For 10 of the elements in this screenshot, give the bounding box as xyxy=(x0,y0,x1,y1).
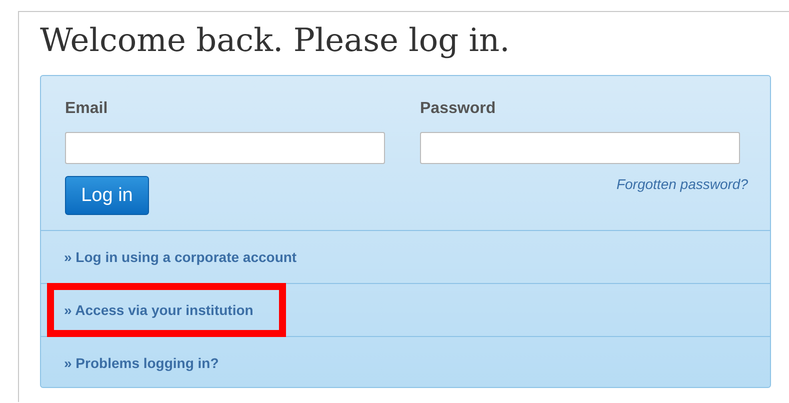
password-field[interactable] xyxy=(420,132,740,164)
email-field[interactable] xyxy=(65,132,385,164)
option-link[interactable]: » Problems logging in? xyxy=(47,336,252,390)
field-label: Password xyxy=(420,100,497,119)
option-link[interactable]: » Log in using a corporate account xyxy=(47,230,330,284)
login-button[interactable]: Log in xyxy=(65,176,149,215)
page-heading: Welcome back. Please log in. xyxy=(40,20,511,60)
field-label: Email xyxy=(65,100,109,119)
option-link[interactable]: » Access via your institution xyxy=(47,283,286,337)
forgot-password-link[interactable]: Forgotten password? xyxy=(616,176,748,192)
